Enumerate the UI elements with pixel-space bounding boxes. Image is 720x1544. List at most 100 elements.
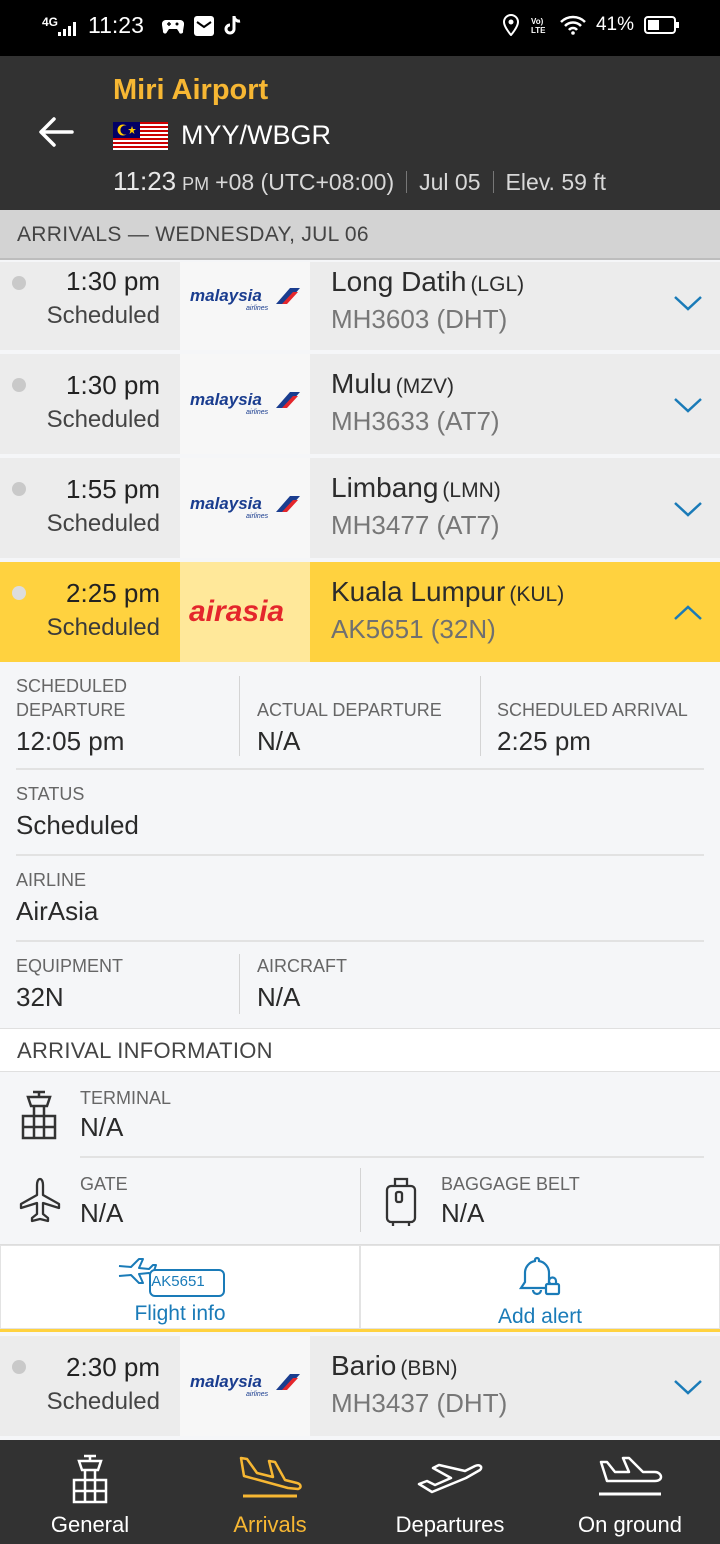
equipment-value: 32N	[16, 982, 64, 1012]
network-type: 4G	[42, 14, 59, 29]
nav-departures[interactable]: Departures	[360, 1440, 540, 1544]
luggage-icon	[385, 1177, 417, 1226]
flight-row[interactable]: 2:30 pm Scheduled malaysia airlines Bari…	[0, 1336, 720, 1436]
flight-number: MH3477 (AT7)	[331, 510, 500, 540]
signal-icon	[58, 21, 77, 36]
flight-status: Scheduled	[46, 614, 160, 641]
destination-code: (KUL)	[509, 583, 565, 606]
chevron-down-icon[interactable]	[672, 394, 704, 416]
destination-code: (MZV)	[395, 375, 455, 398]
flight-number: MH3437 (DHT)	[331, 1388, 508, 1418]
arrival-info-title: ARRIVAL INFORMATION	[17, 1038, 273, 1063]
sched-arrival-label: SCHEDULED ARRIVAL	[497, 700, 688, 720]
local-time: 11:23	[113, 166, 177, 196]
flight-info-label: Flight info	[134, 1302, 226, 1325]
chevron-up-icon[interactable]	[672, 602, 704, 624]
nav-general[interactable]: General	[0, 1440, 180, 1544]
destination-name: Kuala Lumpur	[331, 576, 506, 607]
destination-name: Long Datih	[331, 266, 467, 297]
arrival-info-panel: TERMINAL N/A GATE N/A BAGGAGE BELT N/A	[0, 1072, 720, 1244]
flight-row[interactable]: 1:55 pm Scheduled malaysia airlines Limb…	[0, 458, 720, 558]
arrival-info-header: ARRIVAL INFORMATION	[0, 1028, 720, 1072]
volte-icon: Vo)LTE	[531, 17, 546, 35]
flight-info-button[interactable]: AK5651 Flight info	[0, 1245, 360, 1329]
control-tower-icon	[21, 1090, 57, 1140]
gamepad-icon	[161, 19, 184, 33]
add-alert-label: Add alert	[497, 1305, 583, 1328]
flight-row[interactable]: 1:30 pm Scheduled malaysia airlines Mulu…	[0, 354, 720, 454]
airline-logo-box: malaysia airlines	[180, 458, 310, 558]
flight-time: 1:30 pm	[66, 370, 160, 400]
chevron-down-icon[interactable]	[672, 1376, 704, 1398]
header-date: Jul 05	[419, 169, 481, 195]
sched-arrival-value: 2:25 pm	[497, 726, 591, 756]
terminal-label: TERMINAL	[80, 1088, 172, 1108]
malaysia-airlines-logo: malaysia airlines	[190, 494, 300, 520]
divider	[360, 1168, 361, 1232]
flight-actions: AK5651 Flight info Add alert	[0, 1244, 720, 1332]
nav-general-label: General	[50, 1512, 130, 1537]
nav-arrivals-label: Arrivals	[233, 1512, 307, 1537]
destination-name: Limbang	[331, 472, 439, 503]
nav-on-ground-label: On ground	[578, 1512, 682, 1537]
status-bar: 4G 11:23 Vo) LTE 41%	[0, 0, 720, 56]
flight-row[interactable]: 1:30 pm Scheduled malaysia airlines Long…	[0, 262, 720, 350]
divider	[406, 170, 408, 193]
airline-logo-box: malaysia airlines	[180, 262, 310, 350]
equipment-label: EQUIPMENT	[16, 956, 124, 976]
svg-text:malaysia: malaysia	[190, 494, 262, 513]
status-label: STATUS	[16, 784, 85, 804]
flight-details-panel: SCHEDULED DEPARTURE 12:05 pm ACTUAL DEPA…	[0, 662, 720, 1028]
malaysia-airlines-logo: malaysia airlines	[190, 286, 300, 312]
flight-status: Scheduled	[46, 510, 160, 537]
sched-departure-label: SCHEDULED DEPARTURE	[16, 674, 127, 722]
aircraft-value: N/A	[257, 982, 301, 1012]
destination-code: (LMN)	[442, 479, 501, 502]
flight-time: 1:30 pm	[66, 266, 160, 296]
destination-name: Bario	[331, 1350, 397, 1381]
actual-departure-value: N/A	[257, 726, 301, 756]
bell-lock-icon	[518, 1256, 561, 1296]
divider	[239, 676, 240, 756]
add-alert-button[interactable]: Add alert	[360, 1245, 720, 1329]
divider	[16, 854, 704, 856]
status-dot	[12, 1360, 26, 1374]
nav-on-ground[interactable]: On ground	[540, 1440, 720, 1544]
nav-arrivals[interactable]: Arrivals	[180, 1440, 360, 1544]
airline-logo-box: malaysia airlines	[180, 1336, 310, 1436]
airport-codes: MYY/WBGR	[181, 120, 332, 150]
arrivals-icon	[239, 1456, 302, 1498]
local-ampm: PM	[182, 174, 210, 194]
tiktok-icon	[224, 15, 241, 34]
chevron-down-icon[interactable]	[672, 498, 704, 520]
nav-departures-label: Departures	[395, 1512, 505, 1537]
divider	[80, 1156, 704, 1158]
airasia-logo: airasia	[189, 595, 284, 628]
svg-text:malaysia: malaysia	[190, 390, 262, 409]
destination: Long Datih (LGL)	[331, 266, 524, 298]
gate-value: N/A	[80, 1198, 124, 1228]
section-title: ARRIVALS — WEDNESDAY, JUL 06	[17, 223, 369, 246]
flight-number: AK5651 (32N)	[331, 614, 496, 644]
svg-text:airlines: airlines	[246, 513, 269, 520]
flight-time: 2:30 pm	[66, 1352, 160, 1382]
baggage-label: BAGGAGE BELT	[441, 1174, 580, 1194]
svg-text:airlines: airlines	[246, 305, 269, 312]
destination: Bario (BBN)	[331, 1350, 458, 1382]
divider	[16, 940, 704, 942]
malaysia-flag-icon	[113, 122, 168, 150]
airline-value: AirAsia	[16, 896, 99, 926]
destination: Mulu (MZV)	[331, 368, 454, 400]
flight-badge: AK5651	[151, 1273, 205, 1290]
clock: 11:23	[88, 12, 144, 38]
battery-icon	[644, 16, 679, 34]
flight-row-expanded[interactable]: 2:25 pm Scheduled airasia Kuala Lumpur (K…	[0, 562, 720, 662]
divider	[16, 768, 704, 770]
back-arrow-icon[interactable]	[36, 112, 76, 152]
departures-icon	[417, 1463, 483, 1494]
divider	[239, 954, 240, 1014]
chevron-down-icon[interactable]	[672, 292, 704, 314]
destination-code: (BBN)	[400, 1357, 458, 1380]
flight-number: MH3633 (AT7)	[331, 406, 500, 436]
aircraft-label: AIRCRAFT	[257, 956, 347, 976]
